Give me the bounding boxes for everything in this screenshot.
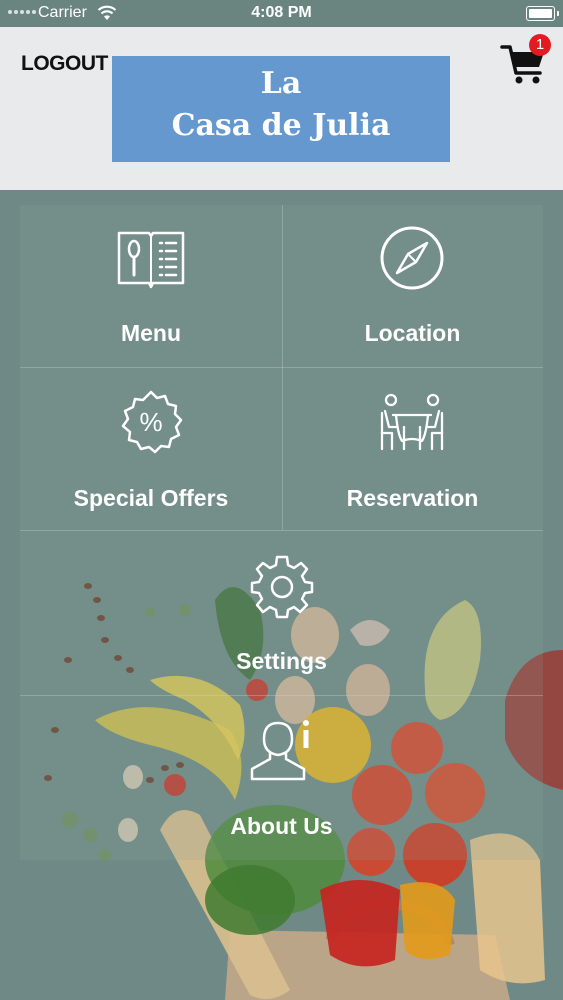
- menu-tile-label: Menu: [120, 320, 182, 346]
- menu-tile-about-us[interactable]: About Us: [20, 695, 543, 860]
- menu-tile-location[interactable]: Location: [282, 205, 543, 367]
- menu-tile-special-offers[interactable]: % Special Offers: [20, 367, 282, 530]
- logo-line-1: La: [260, 66, 302, 101]
- menu-tile-reservation[interactable]: Reservation: [282, 367, 543, 530]
- special-offers-tile-label: Special Offers: [73, 485, 229, 511]
- settings-tile-label: Settings: [236, 648, 327, 674]
- location-tile-label: Location: [364, 320, 461, 346]
- battery-icon: [526, 6, 559, 21]
- cart-count-badge: 1: [529, 34, 551, 56]
- clock: 4:08 PM: [251, 4, 312, 21]
- logo-line-2: Casa de Julia: [171, 108, 391, 143]
- svg-text:%: %: [139, 407, 162, 437]
- compass-icon: [380, 226, 444, 290]
- status-bar: Carrier 4:08 PM: [0, 0, 563, 27]
- reservation-tile-label: Reservation: [346, 485, 479, 511]
- about-us-tile-label: About Us: [230, 813, 333, 839]
- reservation-table-icon: [380, 393, 444, 451]
- logout-button[interactable]: LOGOUT: [21, 52, 108, 76]
- menu-book-icon: [117, 231, 185, 289]
- menu-tile-menu[interactable]: Menu: [20, 205, 282, 367]
- app-header: LOGOUT La Casa de Julia 1: [0, 27, 563, 190]
- percent-badge-icon: %: [121, 390, 183, 454]
- gear-icon: [250, 555, 314, 619]
- user-info-icon: [250, 720, 309, 781]
- menu-tile-settings[interactable]: Settings: [20, 530, 543, 695]
- restaurant-logo: La Casa de Julia: [112, 56, 450, 162]
